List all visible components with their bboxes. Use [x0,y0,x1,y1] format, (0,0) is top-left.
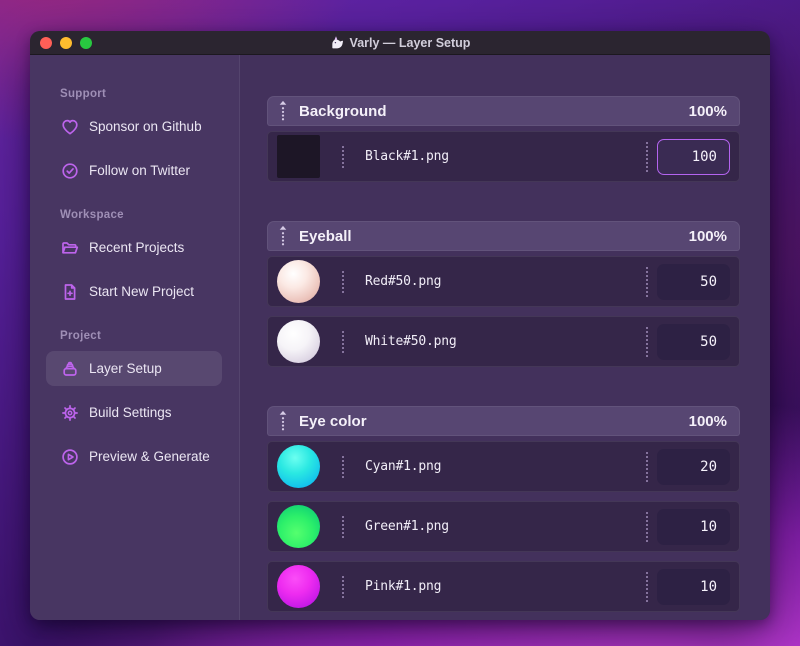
layers-icon [60,359,80,379]
divider-dotted [646,451,648,482]
layer-row[interactable]: White#50.png [267,316,740,367]
layer-group-title: Eye color [299,412,367,430]
layer-filename: Cyan#1.png [365,459,442,474]
sidebar-item-build-settings[interactable]: Build Settings [46,395,222,430]
sidebar-item-sponsor-on-github[interactable]: Sponsor on Github [46,109,222,144]
drag-handle-icon[interactable] [278,100,288,122]
sidebar-item-label: Recent Projects [89,240,185,255]
layer-row[interactable]: Pink#1.png [267,561,740,612]
layer-filename: Red#50.png [365,274,442,289]
layer-weight-input[interactable] [657,323,730,360]
layer-filename: White#50.png [365,334,457,349]
layer-group-weight: 100% [688,227,727,245]
layer-group-header[interactable]: Background 100% [267,96,740,126]
file-plus-icon [60,282,80,302]
divider-dotted [342,575,344,598]
gear-icon [60,403,80,423]
cyan-sphere-thumbnail [277,445,320,488]
white-sphere-thumbnail [277,320,320,363]
app-window: Varly — Layer Setup Support Sponsor on G… [30,31,770,620]
layer-weight-input[interactable] [657,448,730,485]
drag-handle-icon[interactable] [278,410,288,432]
divider-dotted [646,326,648,357]
layer-row[interactable]: Green#1.png [267,501,740,552]
layer-group-title: Eyeball [299,227,352,245]
traffic-lights [40,36,92,49]
sidebar-item-label: Build Settings [89,405,172,420]
sidebar-item-recent-projects[interactable]: Recent Projects [46,230,222,265]
layer-group: Eyeball 100% Red#50.png White#50.png [267,221,740,367]
zoom-window-button[interactable] [80,36,92,49]
drag-handle-icon[interactable] [278,225,288,247]
layer-filename: Black#1.png [365,149,449,164]
green-sphere-thumbnail [277,505,320,548]
sidebar-item-label: Preview & Generate [89,449,210,464]
pink-sphere-thumbnail [277,565,320,608]
folder-icon [60,238,80,258]
layer-weight-input[interactable] [657,138,730,175]
divider-dotted [342,515,344,538]
layer-group-header[interactable]: Eye color 100% [267,406,740,436]
sidebar-section: Support Sponsor on Github Follow on Twit… [30,88,239,188]
play-circle-icon [60,447,80,467]
sidebar-item-label: Follow on Twitter [89,163,191,178]
layer-row[interactable]: Black#1.png [267,131,740,182]
divider-dotted [646,571,648,602]
layer-group-header[interactable]: Eyeball 100% [267,221,740,251]
close-window-button[interactable] [40,36,52,49]
sidebar-section-label: Support [60,88,107,100]
sidebar-item-label: Start New Project [89,284,195,299]
check-badge-icon [60,161,80,181]
sidebar-item-follow-on-twitter[interactable]: Follow on Twitter [46,153,222,188]
divider-dotted [646,141,648,172]
sidebar-section: Workspace Recent Projects Start New Proj… [30,209,239,309]
layer-filename: Green#1.png [365,519,449,534]
layer-weight-input[interactable] [657,263,730,300]
sidebar-item-start-new-project[interactable]: Start New Project [46,274,222,309]
sidebar-item-preview-generate[interactable]: Preview & Generate [46,439,222,474]
layer-list: Background 100% Black#1.png Eyeball 100%… [240,55,770,620]
sidebar-item-layer-setup[interactable]: Layer Setup [46,351,222,386]
divider-dotted [342,455,344,478]
layer-weight-input[interactable] [657,568,730,605]
minimize-window-button[interactable] [60,36,72,49]
sidebar-section-label: Workspace [60,209,124,221]
black-square-thumbnail [277,135,320,178]
sidebar: Support Sponsor on Github Follow on Twit… [30,55,240,620]
red-sphere-thumbnail [277,260,320,303]
layer-group: Background 100% Black#1.png [267,96,740,182]
window-titlebar: Varly — Layer Setup [30,31,770,55]
sidebar-item-label: Sponsor on Github [89,119,202,134]
divider-dotted [342,145,344,168]
layer-row[interactable]: Cyan#1.png [267,441,740,492]
layer-group-weight: 100% [688,102,727,120]
layer-group-title: Background [299,102,387,120]
divider-dotted [646,511,648,542]
window-title: Varly — Layer Setup [349,35,471,50]
sidebar-section: Project Layer Setup Build Settings Previ… [30,330,239,474]
layer-filename: Pink#1.png [365,579,442,594]
heart-icon [60,117,80,137]
layer-group-weight: 100% [688,412,727,430]
layer-group: Eye color 100% Cyan#1.png Green#1.png Pi… [267,406,740,612]
sidebar-item-label: Layer Setup [89,361,162,376]
divider-dotted [342,270,344,293]
divider-dotted [646,266,648,297]
layer-weight-input[interactable] [657,508,730,545]
sidebar-section-label: Project [60,330,102,342]
unicorn-app-icon [330,35,345,50]
divider-dotted [342,330,344,353]
layer-row[interactable]: Red#50.png [267,256,740,307]
